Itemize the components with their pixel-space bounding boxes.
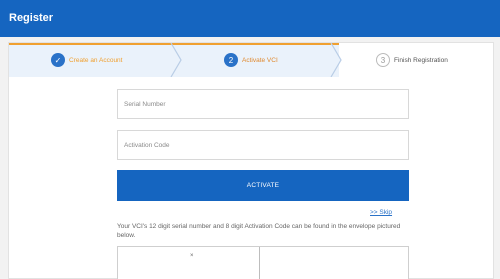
skip-link[interactable]: >> Skip — [370, 209, 392, 216]
step-number-badge: 2 — [224, 53, 238, 67]
step-label-create-account: Create an Account — [69, 57, 123, 64]
serial-number-input[interactable] — [117, 89, 409, 119]
info-text: Your VCI's 12 digit serial number and 8 … — [117, 223, 401, 239]
registration-stepper: ✓ Create an Account 2 Activate VCI 3 Fin… — [9, 43, 493, 77]
page-title: Register — [9, 12, 54, 24]
step-chevron-icon — [330, 43, 342, 77]
activate-button[interactable]: ACTIVATE — [117, 170, 409, 201]
register-panel: ✓ Create an Account 2 Activate VCI 3 Fin… — [8, 42, 494, 279]
check-icon: ✓ — [51, 53, 65, 67]
step-number-badge: 3 — [376, 53, 390, 67]
step-chevron-icon — [170, 43, 182, 77]
step-label-finish-registration: Finish Registration — [394, 57, 448, 64]
step-label-activate-vci: Activate VCI — [242, 57, 278, 64]
envelope-image: × — [117, 246, 409, 279]
close-icon: × — [190, 253, 194, 259]
app-title-bar: Register — [0, 0, 500, 37]
image-divider — [259, 247, 260, 279]
activation-code-input[interactable] — [117, 130, 409, 160]
